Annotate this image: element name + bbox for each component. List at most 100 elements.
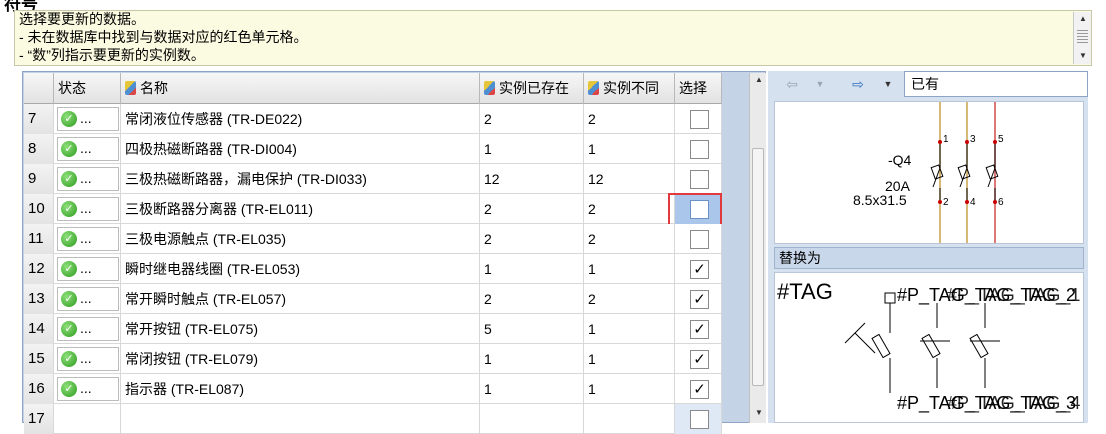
col-header-select[interactable]: 选择 — [675, 73, 722, 104]
status-cell[interactable]: ✓... — [54, 344, 121, 374]
table-row[interactable]: 10 ✓... 三极断路器分离器 (TR-EL011) 2 2 — [24, 194, 722, 224]
select-cell[interactable]: ✓ — [675, 344, 722, 374]
pin-label: 4 — [970, 197, 976, 208]
status-ellipsis: ... — [80, 200, 92, 216]
table-row[interactable]: 14 ✓... 常开按钮 (TR-EL075) 5 1 ✓ — [24, 314, 722, 344]
col-header-exist[interactable]: 实例已存在 — [480, 73, 584, 104]
status-cell[interactable]: ✓... — [54, 134, 121, 164]
status-ellipsis: ... — [80, 170, 92, 186]
exist-cell: 2 — [480, 104, 584, 134]
chevron-down-icon[interactable]: ▼ — [810, 74, 830, 94]
table-row[interactable]: 9 ✓... 三极热磁断路器，漏电保护 (TR-DI033) 12 12 — [24, 164, 722, 194]
back-arrow-icon[interactable]: ⇦ — [782, 74, 802, 94]
preview-panel: ⇦ ▼ ⇨ ▼ 已有 1 3 5 2 4 6 -Q4 20A 8.5x31.5 … — [768, 71, 1088, 423]
info-scrollbar[interactable]: ▲ ▼ — [1073, 12, 1091, 64]
table-row[interactable]: 8 ✓... 四极热磁断路器 (TR-DI004) 1 1 — [24, 134, 722, 164]
table-row[interactable]: 17 — [24, 404, 722, 434]
select-cell[interactable]: ✓ — [675, 284, 722, 314]
tag-label: #TAG — [777, 279, 833, 304]
status-ellipsis: ... — [80, 110, 92, 126]
p-tag-bottom-overlap: #P_TAG_TAG_4 — [947, 393, 1080, 414]
status-field[interactable]: ✓... — [57, 227, 119, 251]
select-checkbox[interactable] — [690, 410, 709, 429]
scroll-thumb[interactable] — [752, 148, 764, 386]
pin-label: 3 — [970, 134, 976, 145]
select-checkbox[interactable] — [690, 140, 709, 159]
symbol-icon — [588, 81, 599, 95]
col-header-name[interactable]: 名称 — [121, 73, 480, 104]
check-ok-icon: ✓ — [61, 141, 77, 157]
status-cell[interactable]: ✓... — [54, 374, 121, 404]
row-number: 15 — [24, 344, 54, 374]
status-field[interactable]: ✓... — [57, 317, 119, 341]
select-cell[interactable]: ✓ — [675, 374, 722, 404]
table-row[interactable]: 11 ✓... 三极电源触点 (TR-EL035) 2 2 — [24, 224, 722, 254]
status-field[interactable]: ✓... — [57, 287, 119, 311]
select-cell[interactable] — [675, 404, 722, 434]
table-row[interactable]: 7 ✓... 常闭液位传感器 (TR-DE022) 2 2 — [24, 104, 722, 134]
scroll-down-icon[interactable]: ▼ — [1075, 49, 1091, 63]
select-checkbox[interactable] — [690, 230, 709, 249]
select-cell[interactable] — [675, 104, 722, 134]
status-cell[interactable]: ✓... — [54, 224, 121, 254]
status-field[interactable]: ✓... — [57, 377, 119, 401]
preview-nav: ⇦ ▼ ⇨ ▼ 已有 — [774, 71, 1088, 98]
chevron-down-icon[interactable]: ▼ — [878, 74, 898, 94]
status-cell[interactable]: ✓... — [54, 254, 121, 284]
select-cell[interactable]: ✓ — [675, 254, 722, 284]
diff-cell: 1 — [584, 134, 675, 164]
row-number: 17 — [24, 404, 54, 434]
select-checkbox[interactable]: ✓ — [690, 320, 709, 339]
exist-cell: 2 — [480, 224, 584, 254]
status-cell[interactable]: ✓... — [54, 194, 121, 224]
select-checkbox[interactable]: ✓ — [690, 380, 709, 399]
status-cell[interactable]: ✓... — [54, 104, 121, 134]
scroll-up-icon[interactable]: ▲ — [1075, 12, 1091, 26]
check-ok-icon: ✓ — [61, 261, 77, 277]
select-cell[interactable] — [675, 164, 722, 194]
exist-cell: 2 — [480, 284, 584, 314]
table-row[interactable]: 12 ✓... 瞬时继电器线圈 (TR-EL053) 1 1 ✓ — [24, 254, 722, 284]
row-number: 8 — [24, 134, 54, 164]
table-row[interactable]: 15 ✓... 常闭按钮 (TR-EL079) 1 1 ✓ — [24, 344, 722, 374]
status-field[interactable]: ✓... — [57, 347, 119, 371]
status-field[interactable]: ✓... — [57, 137, 119, 161]
status-cell[interactable]: ✓... — [54, 284, 121, 314]
scroll-down-icon[interactable]: ▼ — [751, 406, 767, 420]
forward-arrow-icon[interactable]: ⇨ — [848, 74, 868, 94]
row-number: 10 — [24, 194, 54, 224]
status-field[interactable]: ✓... — [57, 257, 119, 281]
select-checkbox[interactable] — [690, 170, 709, 189]
replacement-symbol-preview: #TAG #P_TAG_TAG_TAG_2 #P_TAG_TAG_1 #P_TA… — [774, 272, 1084, 423]
status-field[interactable]: ✓... — [57, 107, 119, 131]
select-checkbox[interactable]: ✓ — [690, 290, 709, 309]
select-cell[interactable] — [675, 224, 722, 254]
scroll-up-icon[interactable]: ▲ — [751, 73, 767, 87]
row-number: 13 — [24, 284, 54, 314]
status-field[interactable]: ✓... — [57, 167, 119, 191]
table-row[interactable]: 13 ✓... 常开瞬时触点 (TR-EL057) 2 2 ✓ — [24, 284, 722, 314]
existing-symbol-preview: 1 3 5 2 4 6 -Q4 20A 8.5x31.5 — [774, 101, 1084, 244]
select-cell[interactable] — [675, 134, 722, 164]
select-checkbox[interactable] — [690, 110, 709, 129]
name-cell — [121, 404, 480, 434]
check-ok-icon: ✓ — [61, 201, 77, 217]
select-checkbox[interactable]: ✓ — [690, 260, 709, 279]
scroll-grip-icon[interactable] — [1077, 30, 1088, 44]
diff-cell: 2 — [584, 104, 675, 134]
status-field[interactable]: ✓... — [57, 197, 119, 221]
status-cell[interactable]: ✓... — [54, 314, 121, 344]
col-header-status[interactable]: 状态 — [54, 73, 121, 104]
status-cell[interactable] — [54, 404, 121, 434]
col-exist-label: 实例已存在 — [499, 80, 569, 96]
table-row[interactable]: 16 ✓... 指示器 (TR-EL087) 1 1 ✓ — [24, 374, 722, 404]
version-select[interactable]: 已有 — [904, 71, 1088, 97]
check-ok-icon: ✓ — [61, 231, 77, 247]
col-header-diff[interactable]: 实例不同 — [584, 73, 675, 104]
select-checkbox[interactable]: ✓ — [690, 350, 709, 369]
name-cell: 常开按钮 (TR-EL075) — [121, 314, 480, 344]
select-cell[interactable]: ✓ — [675, 314, 722, 344]
status-ellipsis: ... — [80, 290, 92, 306]
grid-scrollbar[interactable]: ▲ ▼ — [749, 73, 766, 423]
status-cell[interactable]: ✓... — [54, 164, 121, 194]
